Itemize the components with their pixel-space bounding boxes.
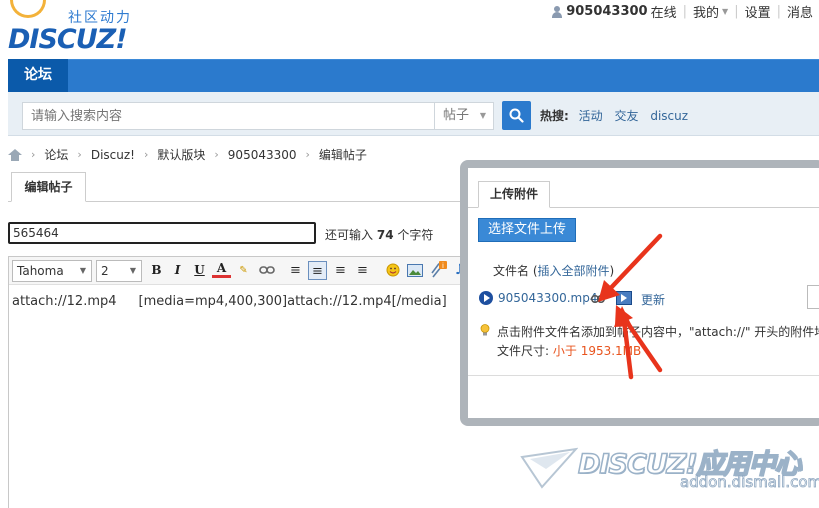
insert-link-icon[interactable] [591, 295, 605, 303]
home-icon[interactable] [8, 148, 22, 161]
paren-close: ) [609, 264, 615, 278]
hot-link-friends[interactable]: 交友 [614, 109, 638, 123]
breadcrumb-board[interactable]: 默认版块 [157, 146, 205, 163]
breadcrumb-discuz[interactable]: Discuz! [91, 148, 135, 162]
video-file-icon [479, 291, 493, 305]
chevron-down-icon: ▼ [722, 7, 729, 16]
search-scope-value: 帖子 [443, 108, 470, 123]
tab-edit-post[interactable]: 编辑帖子 [11, 172, 86, 202]
hot-link-activity[interactable]: 活动 [579, 109, 603, 123]
user-bar: 905043300 在线 | 我的 ▼ | 设置 | 消息 [552, 2, 813, 21]
font-family-select[interactable]: Tahoma ▼ [12, 260, 92, 282]
attachment-icon[interactable]: i [428, 261, 447, 280]
update-attachment-link[interactable]: 更新 [641, 291, 665, 308]
my-menu[interactable]: 我的 [693, 2, 719, 21]
file-size-value: 小于 1953.1MB [552, 344, 642, 358]
watermark-url: addon.dismall.com [680, 473, 819, 492]
editor-line-media: [media=mp4,400,300]attach://12.mp4[/medi… [138, 294, 447, 309]
nav-tab-forum[interactable]: 论坛 [8, 59, 68, 92]
divider: | [776, 4, 781, 19]
breadcrumb-separator: › [214, 148, 219, 161]
italic-icon[interactable]: I [168, 261, 187, 280]
breadcrumb-separator: › [31, 148, 36, 161]
watermark-paper-plane-icon [520, 447, 578, 489]
divider: | [734, 4, 739, 19]
underline-icon[interactable]: U [190, 261, 209, 280]
tab-upload-attachment[interactable]: 上传附件 [478, 181, 550, 208]
breadcrumb: › 论坛 › Discuz! › 默认版块 › 905043300 › 编辑帖子 [8, 146, 367, 163]
chevron-down-icon: ▼ [79, 266, 86, 275]
chevron-down-icon: ▼ [479, 111, 486, 120]
font-size-value: 2 [101, 264, 109, 278]
site-logo[interactable]: DISCUZ! [8, 24, 128, 55]
align-justify-icon[interactable]: ≡ [308, 261, 327, 280]
breadcrumb-thread[interactable]: 905043300 [228, 148, 297, 162]
settings-link[interactable]: 设置 [745, 2, 771, 21]
breadcrumb-separator: › [77, 148, 82, 161]
remaining-suffix: 个字符 [397, 228, 434, 242]
filename-header: 文件名 [493, 264, 530, 278]
image-icon[interactable] [405, 261, 424, 280]
attachment-description-input[interactable] [807, 285, 819, 309]
smiley-icon[interactable] [383, 261, 402, 280]
insert-media-icon[interactable] [616, 291, 632, 305]
breadcrumb-separator: › [305, 148, 310, 161]
breadcrumb-current: 编辑帖子 [318, 148, 367, 162]
breadcrumb-separator: › [143, 148, 149, 161]
online-status: 在线 [650, 6, 677, 21]
align-left-icon[interactable]: ≡ [286, 261, 305, 280]
svg-text:i: i [442, 262, 444, 270]
align-right-icon[interactable]: ≡ [353, 261, 372, 280]
logo-cloud-icon [10, 0, 46, 18]
dialog-footer-divider [468, 375, 819, 376]
remaining-count: 74 [376, 228, 394, 242]
font-size-select[interactable]: 2 ▼ [96, 260, 142, 282]
hot-link-discuz[interactable]: discuz [650, 109, 688, 123]
search-icon [509, 108, 524, 123]
chevron-down-icon: ▼ [129, 266, 136, 275]
attachment-filename-link[interactable]: 905043300.mp4 [498, 291, 597, 305]
spellcheck-icon[interactable]: ✎ [234, 261, 253, 280]
subject-input[interactable] [8, 222, 316, 244]
user-icon [552, 5, 563, 18]
remaining-prefix: 还可输入 [325, 228, 374, 242]
lightbulb-icon [480, 324, 490, 336]
insert-all-link[interactable]: 插入全部附件 [538, 264, 610, 278]
search-input[interactable] [22, 102, 434, 130]
bold-icon[interactable]: B [147, 261, 166, 280]
subject-remaining: 还可输入 74 个字符 [325, 226, 433, 243]
file-size-limit: 文件尺寸: 小于 1953.1MB [497, 342, 641, 359]
select-file-upload-button[interactable]: 选择文件上传 [478, 218, 576, 242]
editor-content[interactable]: attach://12.mp4 [media=mp4,400,300]attach… [12, 294, 447, 309]
file-size-label: 文件尺寸: [497, 344, 550, 358]
align-center-icon[interactable]: ≡ [331, 261, 350, 280]
hot-searches: 热搜: 活动 交友 discuz [540, 107, 696, 124]
attachment-column-header: 文件名 (插入全部附件) [493, 262, 614, 279]
main-nav [8, 59, 819, 92]
search-button[interactable] [502, 101, 531, 130]
hot-label: 热搜: [540, 109, 569, 123]
breadcrumb-forum[interactable]: 论坛 [44, 146, 68, 163]
messages-link[interactable]: 消息 [787, 2, 813, 21]
divider: | [682, 4, 688, 19]
font-family-value: Tahoma [17, 264, 64, 278]
editor-line-attach: attach://12.mp4 [12, 294, 117, 309]
search-scope-select[interactable]: 帖子 ▼ [434, 102, 494, 130]
attachment-tip: 点击附件文件名添加到帖子内容中，"attach://" 开头的附件地 [497, 325, 819, 339]
font-color-icon[interactable]: A [212, 261, 231, 278]
username-link[interactable]: 905043300 [566, 4, 647, 19]
link-icon[interactable] [257, 261, 276, 280]
